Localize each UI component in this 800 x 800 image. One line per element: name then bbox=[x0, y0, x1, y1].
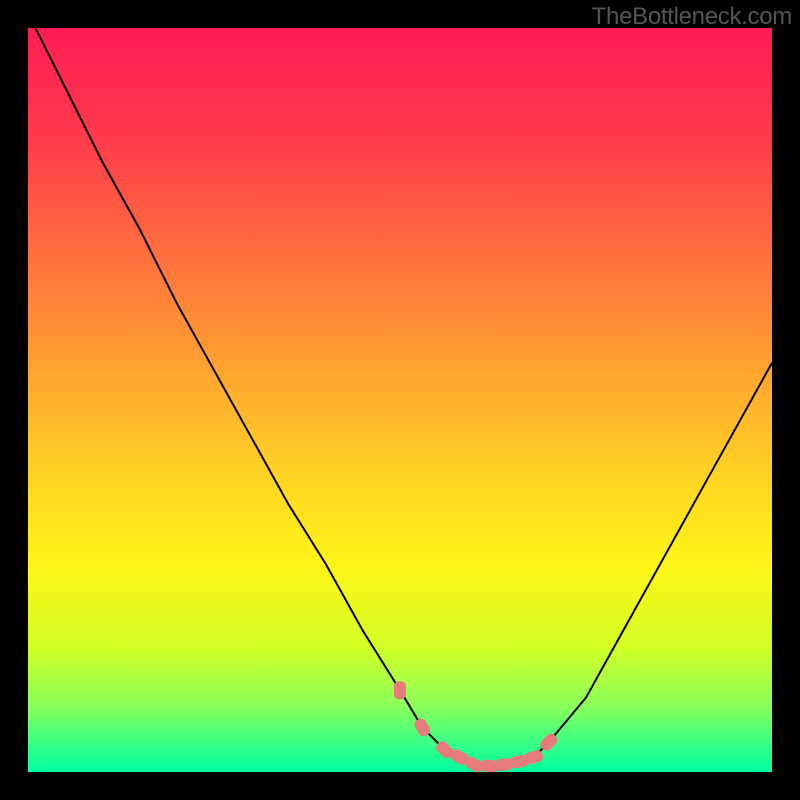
chart-plot-area bbox=[28, 28, 772, 772]
chart-background bbox=[28, 28, 772, 772]
optimal-marker bbox=[394, 681, 406, 699]
watermark-label: TheBottleneck.com bbox=[592, 3, 792, 31]
bottleneck-chart bbox=[28, 28, 772, 772]
